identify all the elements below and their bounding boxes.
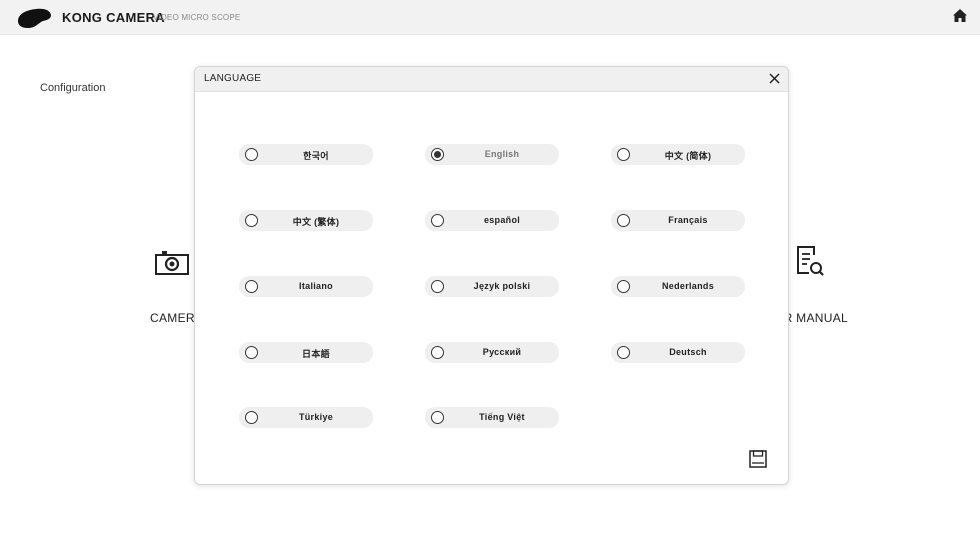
language-option-chinese-traditional[interactable]: 中文 (繁体) <box>239 210 373 231</box>
language-option-french[interactable]: Français <box>611 210 745 231</box>
language-label: 한국어 <box>303 151 329 161</box>
logo-icon <box>18 8 51 28</box>
camera-icon[interactable] <box>154 248 190 276</box>
home-icon[interactable] <box>951 7 969 25</box>
configuration-title: Configuration <box>40 82 106 94</box>
radio-button[interactable] <box>431 411 444 424</box>
language-label: Tiếng Việt <box>479 412 525 422</box>
language-label: 中文 (简体) <box>664 151 712 161</box>
language-dialog: LANGUAGE 한국어 English 中文 (简体) 中文 (繁体) esp… <box>194 66 789 485</box>
top-bar: KONG CAMERA VIDEO MICRO SCOPE <box>0 0 980 35</box>
language-option-italian[interactable]: Italiano <box>239 276 373 297</box>
language-label: Русский <box>482 347 522 357</box>
language-label: español <box>483 215 521 225</box>
app-title: KONG CAMERA <box>62 10 165 25</box>
language-option-chinese-simplified[interactable]: 中文 (简体) <box>611 144 745 165</box>
user-manual-icon[interactable] <box>795 245 825 277</box>
radio-button[interactable] <box>245 346 258 359</box>
radio-button-selected[interactable] <box>431 148 444 161</box>
language-option-korean[interactable]: 한국어 <box>239 144 373 165</box>
language-option-vietnamese[interactable]: Tiếng Việt <box>425 407 559 428</box>
language-label: 日本語 <box>302 349 330 359</box>
language-option-japanese[interactable]: 日本語 <box>239 342 373 363</box>
language-label: Français <box>668 215 708 225</box>
language-label: Nederlands <box>661 281 715 291</box>
radio-button[interactable] <box>245 214 258 227</box>
app-subtitle: VIDEO MICRO SCOPE <box>153 13 241 22</box>
close-icon[interactable] <box>768 72 781 85</box>
language-label: 中文 (繁体) <box>292 217 340 227</box>
language-label: Türkiye <box>298 412 334 422</box>
language-option-spanish[interactable]: español <box>425 210 559 231</box>
radio-button[interactable] <box>617 148 630 161</box>
dialog-title: LANGUAGE <box>204 73 262 84</box>
language-label: English <box>484 149 520 159</box>
radio-button[interactable] <box>617 280 630 293</box>
language-option-dutch[interactable]: Nederlands <box>611 276 745 297</box>
radio-button[interactable] <box>431 214 444 227</box>
radio-button[interactable] <box>617 214 630 227</box>
language-label: Deutsch <box>669 347 707 357</box>
language-option-english[interactable]: English <box>425 144 559 165</box>
language-option-russian[interactable]: Русский <box>425 342 559 363</box>
language-option-german[interactable]: Deutsch <box>611 342 745 363</box>
language-label: Italiano <box>299 281 333 291</box>
language-option-turkish[interactable]: Türkiye <box>239 407 373 428</box>
radio-button[interactable] <box>245 280 258 293</box>
dialog-header: LANGUAGE <box>195 67 788 92</box>
save-icon[interactable] <box>749 450 767 468</box>
language-label: Język polski <box>473 281 531 291</box>
radio-button[interactable] <box>245 411 258 424</box>
language-option-polish[interactable]: Język polski <box>425 276 559 297</box>
radio-button[interactable] <box>617 346 630 359</box>
radio-button[interactable] <box>245 148 258 161</box>
radio-button[interactable] <box>431 280 444 293</box>
radio-button[interactable] <box>431 346 444 359</box>
